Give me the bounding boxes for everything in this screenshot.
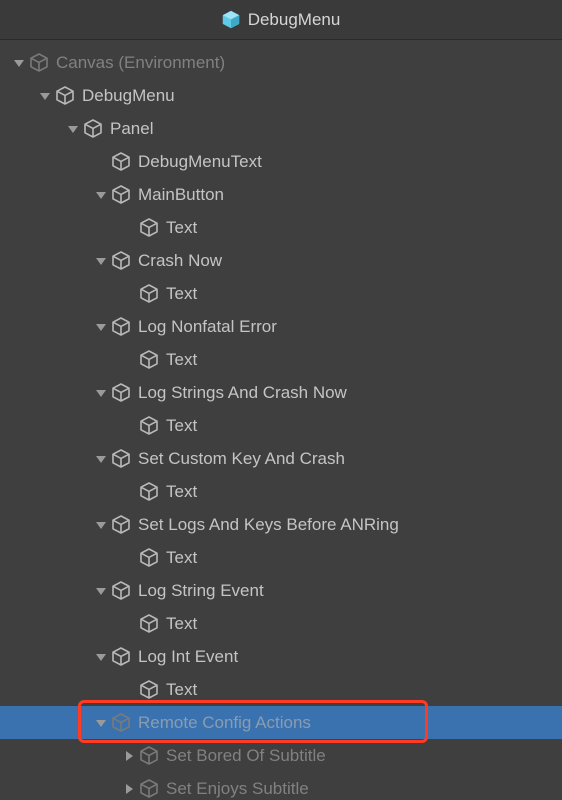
gameobject-icon [110,448,132,470]
gameobject-icon [110,184,132,206]
tree-row-text[interactable]: Text [0,343,562,376]
tree-row-debugmenu[interactable]: DebugMenu [0,79,562,112]
tree-label: Log Int Event [138,647,238,667]
expand-arrow-down-icon[interactable] [94,254,108,268]
tree-label: DebugMenu [82,86,175,106]
tree-label: Text [166,350,197,370]
tree-row-setlogskeys[interactable]: Set Logs And Keys Before ANRing [0,508,562,541]
tree-row-panel[interactable]: Panel [0,112,562,145]
tree-row-setcustomkey[interactable]: Set Custom Key And Crash [0,442,562,475]
gameobject-icon [138,481,160,503]
hierarchy-tree[interactable]: Canvas (Environment) DebugMenu Panel Deb… [0,40,562,800]
tree-row-text[interactable]: Text [0,541,562,574]
tree-label: Text [166,548,197,568]
expand-arrow-down-icon[interactable] [94,518,108,532]
tree-label: Remote Config Actions [138,713,311,733]
tree-row-crashnow[interactable]: Crash Now [0,244,562,277]
tree-row-logstringscrash[interactable]: Log Strings And Crash Now [0,376,562,409]
tree-row-logintevent[interactable]: Log Int Event [0,640,562,673]
tree-label: Log String Event [138,581,264,601]
tree-label: Log Nonfatal Error [138,317,277,337]
gameobject-icon [138,217,160,239]
tree-label: Panel [110,119,153,139]
gameobject-icon [110,646,132,668]
expand-arrow-down-icon[interactable] [12,56,26,70]
gameobject-icon [54,85,76,107]
gameobject-icon [110,514,132,536]
tree-label: Set Bored Of Subtitle [166,746,326,766]
expand-arrow-down-icon[interactable] [94,320,108,334]
tree-label: Crash Now [138,251,222,271]
expand-arrow-down-icon[interactable] [94,716,108,730]
expand-arrow-down-icon[interactable] [66,122,80,136]
tree-row-text[interactable]: Text [0,277,562,310]
tree-label: Canvas (Environment) [56,53,225,73]
gameobject-icon [82,118,104,140]
header-bar: DebugMenu [0,0,562,40]
tree-row-mainbutton[interactable]: MainButton [0,178,562,211]
gameobject-icon [138,679,160,701]
tree-label: Set Custom Key And Crash [138,449,345,469]
tree-row-text[interactable]: Text [0,211,562,244]
expand-arrow-down-icon[interactable] [38,89,52,103]
gameobject-icon [138,745,160,767]
tree-label: Text [166,416,197,436]
gameobject-icon [138,547,160,569]
tree-label: Text [166,218,197,238]
tree-row-setenjoys[interactable]: Set Enjoys Subtitle [0,772,562,800]
tree-label: Log Strings And Crash Now [138,383,347,403]
expand-arrow-right-icon[interactable] [122,749,136,763]
tree-row-text[interactable]: Text [0,409,562,442]
tree-row-canvas[interactable]: Canvas (Environment) [0,46,562,79]
expand-arrow-down-icon[interactable] [94,386,108,400]
prefab-icon [222,10,240,29]
gameobject-icon [110,712,132,734]
gameobject-icon [138,613,160,635]
gameobject-icon [138,349,160,371]
tree-row-text[interactable]: Text [0,607,562,640]
gameobject-icon [110,580,132,602]
tree-row-text[interactable]: Text [0,475,562,508]
tree-row-remoteconfig[interactable]: Remote Config Actions [0,706,562,739]
tree-row-logstringevent[interactable]: Log String Event [0,574,562,607]
gameobject-icon [110,151,132,173]
tree-label: Text [166,482,197,502]
tree-row-lognonfatal[interactable]: Log Nonfatal Error [0,310,562,343]
tree-label: Set Enjoys Subtitle [166,779,309,799]
gameobject-icon [138,415,160,437]
gameobject-icon [110,250,132,272]
expand-arrow-right-icon[interactable] [122,782,136,796]
tree-row-text[interactable]: Text [0,673,562,706]
tree-label: Text [166,680,197,700]
tree-label: MainButton [138,185,224,205]
gameobject-icon [110,316,132,338]
gameobject-icon [138,283,160,305]
tree-label: Set Logs And Keys Before ANRing [138,515,399,535]
gameobject-icon [110,382,132,404]
gameobject-icon [138,778,160,800]
tree-label: Text [166,284,197,304]
gameobject-icon [28,52,50,74]
tree-label: DebugMenuText [138,152,262,172]
tree-label: Text [166,614,197,634]
tree-row-setbored[interactable]: Set Bored Of Subtitle [0,739,562,772]
expand-arrow-down-icon[interactable] [94,650,108,664]
expand-arrow-down-icon[interactable] [94,188,108,202]
tree-row-debugmenutext[interactable]: DebugMenuText [0,145,562,178]
expand-arrow-down-icon[interactable] [94,452,108,466]
header-title: DebugMenu [248,10,341,30]
expand-arrow-down-icon[interactable] [94,584,108,598]
